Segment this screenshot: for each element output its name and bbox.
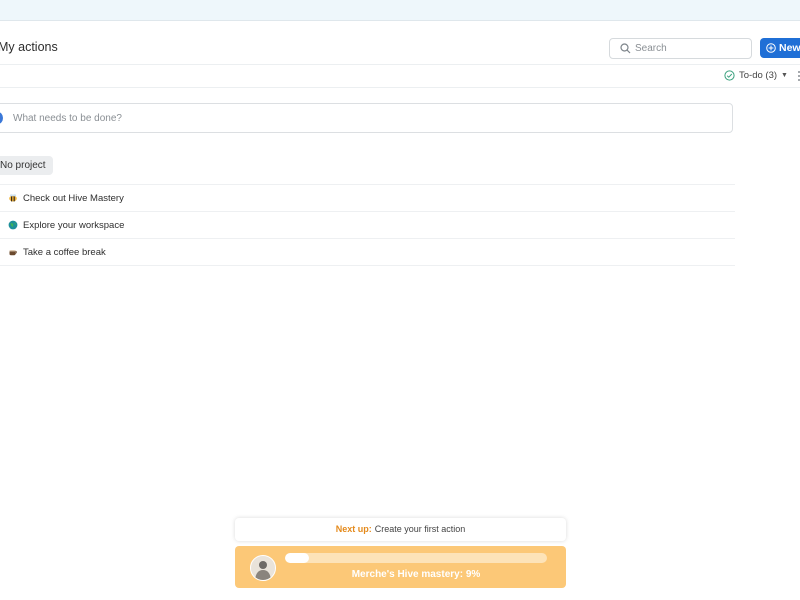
user-dot-icon <box>0 112 3 124</box>
search-box[interactable] <box>609 38 752 59</box>
search-icon <box>620 43 631 54</box>
todo-filter-label: To-do (3) <box>739 70 778 81</box>
page-header: My actions New <box>0 30 800 65</box>
new-button-label: New <box>779 42 800 54</box>
task-text: Explore your workspace <box>23 220 125 231</box>
todo-filter-dropdown[interactable]: To-do (3) ▼ <box>724 70 788 81</box>
task-row[interactable]: Check out Hive Mastery <box>0 184 735 211</box>
top-strip <box>0 0 800 21</box>
plus-circle-icon <box>766 43 776 53</box>
globe-icon <box>8 220 18 230</box>
task-row[interactable]: Take a coffee break <box>0 238 735 266</box>
avatar <box>250 555 276 581</box>
check-circle-icon <box>724 70 735 81</box>
task-text: Check out Hive Mastery <box>23 193 124 204</box>
project-group-label[interactable]: No project <box>0 156 53 175</box>
page-title: My actions <box>0 40 58 54</box>
task-text: Take a coffee break <box>23 247 106 258</box>
mastery-progress-bar <box>285 553 547 563</box>
filter-bar: To-do (3) ▼ <box>0 65 800 88</box>
coffee-icon <box>9 250 17 256</box>
bee-icon <box>9 194 17 202</box>
user-avatar-icon <box>251 556 275 580</box>
mastery-panel[interactable]: Merche's Hive mastery: 9% <box>235 546 566 588</box>
next-up-banner[interactable]: Next up: Create your first action <box>235 518 566 541</box>
new-button[interactable]: New <box>760 38 800 58</box>
more-options-icon[interactable] <box>796 70 800 82</box>
new-action-box[interactable] <box>0 103 733 133</box>
next-up-label: Next up: <box>335 524 372 534</box>
task-row[interactable]: Explore your workspace <box>0 211 735 238</box>
mastery-progress-fill <box>285 553 309 563</box>
search-input[interactable] <box>635 40 747 57</box>
chevron-down-icon: ▼ <box>781 72 788 79</box>
next-up-text: Create your first action <box>374 524 466 534</box>
new-action-input[interactable] <box>13 110 713 126</box>
task-list: Check out Hive Mastery Explore your work… <box>0 184 735 266</box>
mastery-text: Merche's Hive mastery: 9% <box>351 569 481 580</box>
